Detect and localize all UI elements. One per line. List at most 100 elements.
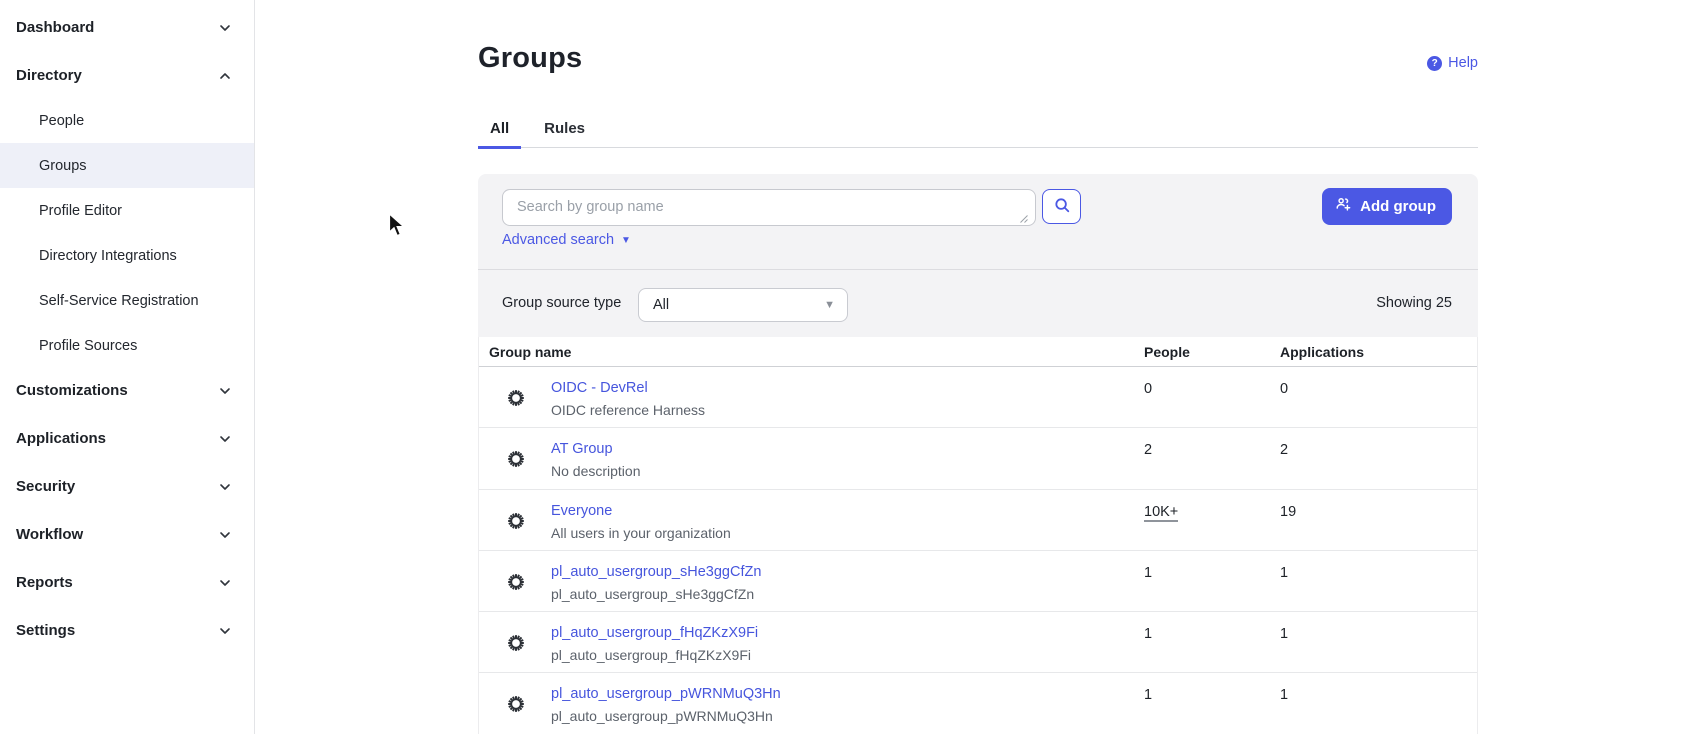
add-group-button[interactable]: Add group (1322, 188, 1452, 225)
group-people-count: 1 (1144, 685, 1152, 706)
group-starburst-icon (506, 633, 526, 653)
group-plus-icon (1335, 196, 1352, 217)
page-title: Groups (478, 42, 582, 75)
sidebar-item-label: Directory Integrations (39, 248, 177, 264)
group-name-link[interactable]: AT Group (551, 439, 613, 460)
table-row: Everyone All users in your organization … (479, 490, 1477, 551)
column-header-people: People (1144, 344, 1190, 360)
group-apps-count: 19 (1280, 502, 1296, 523)
sidebar-item-label: Profile Editor (39, 203, 122, 219)
group-name-link[interactable]: pl_auto_usergroup_pWRNMuQ3Hn (551, 684, 781, 705)
sidebar-item-security[interactable]: Security (0, 464, 254, 509)
table-row: AT Group No description 2 2 (479, 428, 1477, 489)
group-apps-count: 0 (1280, 379, 1288, 400)
group-apps-count: 2 (1280, 440, 1288, 461)
chevron-up-icon (217, 68, 233, 84)
table-row: OIDC - DevRel OIDC reference Harness 0 0 (479, 367, 1477, 428)
sidebar-item-label: Dashboard (16, 19, 94, 36)
groups-table: Group name People Applications (478, 337, 1478, 734)
column-header-applications: Applications (1280, 344, 1364, 360)
tab-rules[interactable]: Rules (532, 110, 597, 147)
group-source-type-select[interactable]: All ▼ (638, 288, 848, 322)
group-people-count: 10K+ (1144, 502, 1178, 523)
caret-down-icon: ▼ (824, 299, 835, 311)
table-header: Group name People Applications (479, 337, 1477, 367)
group-description: No description (551, 460, 641, 482)
group-text: pl_auto_usergroup_pWRNMuQ3Hn pl_auto_use… (551, 684, 781, 727)
group-people-count: 1 (1144, 624, 1152, 645)
sidebar-item-label: Self-Service Registration (39, 293, 199, 309)
sidebar-item-groups[interactable]: Groups (0, 143, 254, 188)
table-row: pl_auto_usergroup_sHe3ggCfZn pl_auto_use… (479, 551, 1477, 612)
group-apps-count: 1 (1280, 624, 1288, 645)
group-text: pl_auto_usergroup_sHe3ggCfZn pl_auto_use… (551, 562, 761, 605)
group-name-link[interactable]: pl_auto_usergroup_fHqZKzX9Fi (551, 623, 758, 644)
sidebar-item-reports[interactable]: Reports (0, 560, 254, 605)
group-people-count: 0 (1144, 379, 1152, 400)
chevron-down-icon (217, 383, 233, 399)
sidebar-item-label: Reports (16, 574, 73, 591)
column-header-group-name: Group name (489, 344, 571, 360)
search-icon (1053, 196, 1071, 217)
group-text: pl_auto_usergroup_fHqZKzX9Fi pl_auto_use… (551, 623, 758, 666)
sidebar-item-profile-sources[interactable]: Profile Sources (0, 323, 254, 368)
sidebar-item-label: People (39, 113, 84, 129)
tab-all[interactable]: All (478, 110, 521, 147)
search-filter-panel: Advanced search ▼ Add group (478, 174, 1478, 337)
search-input[interactable] (502, 189, 1036, 226)
sidebar-item-label: Groups (39, 158, 87, 174)
chevron-down-icon (217, 20, 233, 36)
group-starburst-icon (506, 572, 526, 592)
sidebar-item-workflow[interactable]: Workflow (0, 512, 254, 557)
sidebar-item-self-service-registration[interactable]: Self-Service Registration (0, 278, 254, 323)
sidebar-item-settings[interactable]: Settings (0, 608, 254, 653)
group-starburst-icon (506, 388, 526, 408)
search-button[interactable] (1042, 189, 1081, 224)
group-text: OIDC - DevRel OIDC reference Harness (551, 378, 705, 421)
group-description: All users in your organization (551, 522, 731, 544)
tab-bar: All Rules (478, 110, 1478, 148)
chevron-down-icon (217, 479, 233, 495)
group-people-count: 2 (1144, 440, 1152, 461)
showing-count: Showing 25 (1376, 295, 1452, 311)
group-starburst-icon (506, 694, 526, 714)
sidebar-item-people[interactable]: People (0, 98, 254, 143)
group-description: pl_auto_usergroup_pWRNMuQ3Hn (551, 705, 781, 727)
admin-console-screen: Dashboard Directory People Groups (0, 0, 1687, 734)
advanced-search-link[interactable]: Advanced search ▼ (502, 232, 631, 248)
people-count-link[interactable]: 10K+ (1144, 504, 1178, 522)
advanced-search-label: Advanced search (502, 232, 614, 248)
filter-row: Group source type All ▼ Showing 25 (478, 269, 1478, 337)
sidebar-item-directory-integrations[interactable]: Directory Integrations (0, 233, 254, 278)
caret-down-icon: ▼ (621, 235, 631, 246)
group-description: pl_auto_usergroup_sHe3ggCfZn (551, 583, 761, 605)
sidebar-item-label: Settings (16, 622, 75, 639)
table-body: OIDC - DevRel OIDC reference Harness 0 0 (479, 367, 1477, 734)
sidebar-nav: Dashboard Directory People Groups (0, 0, 255, 734)
help-link[interactable]: ? Help (1427, 55, 1478, 71)
table-row: pl_auto_usergroup_fHqZKzX9Fi pl_auto_use… (479, 612, 1477, 673)
search-area: Advanced search ▼ Add group (478, 174, 1478, 269)
group-description: OIDC reference Harness (551, 399, 705, 421)
sidebar-item-applications[interactable]: Applications (0, 416, 254, 461)
sidebar-item-label: Customizations (16, 382, 128, 399)
group-starburst-icon (506, 449, 526, 469)
chevron-down-icon (217, 431, 233, 447)
sidebar-item-profile-editor[interactable]: Profile Editor (0, 188, 254, 233)
sidebar-item-directory[interactable]: Directory (0, 53, 254, 98)
group-starburst-icon (506, 511, 526, 531)
mouse-cursor (388, 213, 406, 244)
table-row: pl_auto_usergroup_pWRNMuQ3Hn pl_auto_use… (479, 673, 1477, 734)
group-name-link[interactable]: Everyone (551, 501, 612, 522)
sidebar-item-customizations[interactable]: Customizations (0, 368, 254, 413)
group-people-count: 1 (1144, 563, 1152, 584)
sidebar-item-label: Workflow (16, 526, 83, 543)
group-name-link[interactable]: pl_auto_usergroup_sHe3ggCfZn (551, 562, 761, 583)
group-text: AT Group No description (551, 439, 641, 482)
sidebar-item-label: Directory (16, 67, 82, 84)
group-name-link[interactable]: OIDC - DevRel (551, 378, 648, 399)
sidebar-item-dashboard[interactable]: Dashboard (0, 5, 254, 50)
chevron-down-icon (217, 575, 233, 591)
tab-label: Rules (544, 120, 585, 137)
chevron-down-icon (217, 527, 233, 543)
